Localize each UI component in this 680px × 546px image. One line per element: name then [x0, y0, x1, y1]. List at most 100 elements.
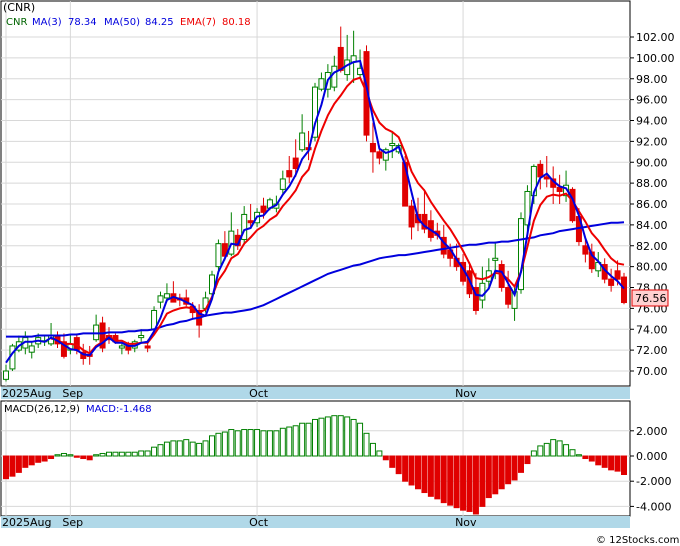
macd-bar-negative — [485, 455, 492, 499]
macd-bar-negative — [479, 455, 486, 507]
macd-bar-negative — [440, 455, 447, 504]
price-tick-label: 82.00 — [636, 240, 668, 253]
price-tick-label: 92.00 — [636, 135, 668, 148]
macd-bar-negative — [421, 455, 428, 494]
macd-bar-positive — [260, 430, 267, 457]
legend: CNR MA(3) 78.34 MA(50) 84.25 EMA(7) 80.1… — [6, 17, 251, 28]
macd-bar-negative — [22, 455, 29, 468]
candle-down — [376, 151, 383, 159]
macd-bar-negative — [582, 455, 589, 460]
candle-down — [408, 205, 415, 228]
macd-tick-label: -4.000 — [636, 500, 671, 513]
candle-up — [28, 345, 35, 353]
macd-x-tick-label: 2025Aug — [2, 516, 51, 529]
macd-x-tick-label: Sep — [62, 516, 83, 529]
candle-down — [369, 142, 376, 153]
legend-ma50-label: MA(50) — [104, 17, 140, 28]
macd-bar-positive — [292, 425, 299, 457]
macd-tick-label: -2.000 — [636, 475, 671, 488]
macd-bar-negative — [9, 455, 16, 477]
macd-bar-negative — [3, 455, 9, 480]
macd-bar-positive — [305, 422, 312, 457]
candle-down — [614, 270, 621, 280]
candle-down — [292, 157, 299, 170]
legend-ma3-value: 78.34 — [68, 17, 97, 28]
macd-bar-negative — [41, 455, 48, 462]
candle-down — [286, 170, 293, 178]
candle-up — [299, 132, 306, 151]
macd-bar-positive — [151, 446, 158, 457]
candle-down — [247, 220, 254, 224]
candle-down — [144, 345, 151, 349]
price-tick-label: 70.00 — [636, 365, 668, 378]
macd-bar-positive — [247, 429, 254, 457]
macd-bar-negative — [595, 455, 602, 466]
macd-bar-positive — [241, 429, 248, 457]
macd-bar-positive — [556, 440, 563, 457]
candle-down — [260, 205, 267, 213]
macd-x-tick-label: Oct — [249, 516, 269, 529]
macd-bar-positive — [563, 444, 570, 457]
macd-bar-positive — [363, 432, 370, 457]
macd-bar-negative — [28, 455, 35, 466]
macd-bar-negative — [427, 455, 434, 497]
candle-up — [318, 78, 325, 90]
macd-bar-positive — [318, 417, 325, 457]
price-tick-label: 90.00 — [636, 156, 668, 169]
macd-bar-negative — [86, 455, 93, 461]
macd-bar-negative — [395, 455, 402, 475]
macd-bar-negative — [48, 455, 55, 460]
price-tick-label: 80.00 — [636, 261, 668, 274]
macd-bar-positive — [234, 430, 241, 457]
legend-symbol: CNR — [6, 17, 27, 28]
macd-bar-positive — [299, 422, 306, 457]
watermark: © 12Stocks.com — [596, 535, 679, 546]
legend-ema7-label: EMA(7) — [180, 17, 216, 28]
macd-bar-positive — [312, 418, 318, 457]
candle-down — [556, 186, 563, 192]
macd-bar-negative — [505, 455, 512, 485]
candle-down — [337, 46, 344, 71]
price-x-axis-band — [1, 387, 630, 399]
macd-bar-positive — [279, 427, 286, 457]
macd-bar-positive — [543, 442, 550, 457]
macd-bar-negative — [382, 455, 389, 461]
last-price-badge: 76.56 — [631, 289, 669, 307]
legend-ema7-value: 80.18 — [222, 17, 251, 28]
macd-bar-positive — [176, 440, 183, 457]
candle-up — [93, 324, 100, 341]
macd-bar-negative — [15, 455, 22, 473]
macd-bar-positive — [67, 454, 74, 457]
macd-bar-positive — [209, 435, 215, 457]
candle-up — [479, 282, 486, 301]
macd-tick-label: 2.000 — [636, 425, 668, 438]
macd-bar-negative — [434, 455, 441, 500]
macd-bar-negative — [621, 455, 627, 475]
stock-chart: 70.0072.0074.0076.0078.0080.0082.0084.00… — [0, 0, 680, 546]
price-x-tick-label: 2025Aug — [2, 387, 51, 400]
macd-bar-negative — [608, 455, 615, 471]
price-x-tick-label: Nov — [455, 387, 477, 400]
price-tick-label: 102.00 — [636, 31, 675, 44]
macd-bar-positive — [60, 452, 67, 457]
macd-bar-positive — [125, 451, 132, 457]
macd-bar-positive — [228, 429, 235, 457]
macd-bar-positive — [202, 440, 209, 457]
macd-bar-positive — [369, 442, 376, 457]
chart-title: (CNR) — [3, 1, 35, 14]
price-tick-label: 96.00 — [636, 94, 668, 107]
candle-down — [582, 245, 589, 255]
candle-up — [331, 65, 338, 88]
macd-bar-positive — [93, 454, 100, 457]
price-tick-label: 94.00 — [636, 115, 668, 128]
candle-down — [543, 176, 550, 180]
macd-bar-negative — [498, 455, 505, 490]
candle-up — [3, 370, 9, 380]
macd-bar-positive — [254, 429, 261, 457]
candle-up — [138, 335, 145, 339]
price-tick-label: 100.00 — [636, 52, 675, 65]
macd-bar-positive — [337, 415, 344, 457]
candle-down — [608, 278, 615, 286]
macd-bar-negative — [492, 455, 499, 495]
macd-bar-negative — [447, 455, 454, 506]
